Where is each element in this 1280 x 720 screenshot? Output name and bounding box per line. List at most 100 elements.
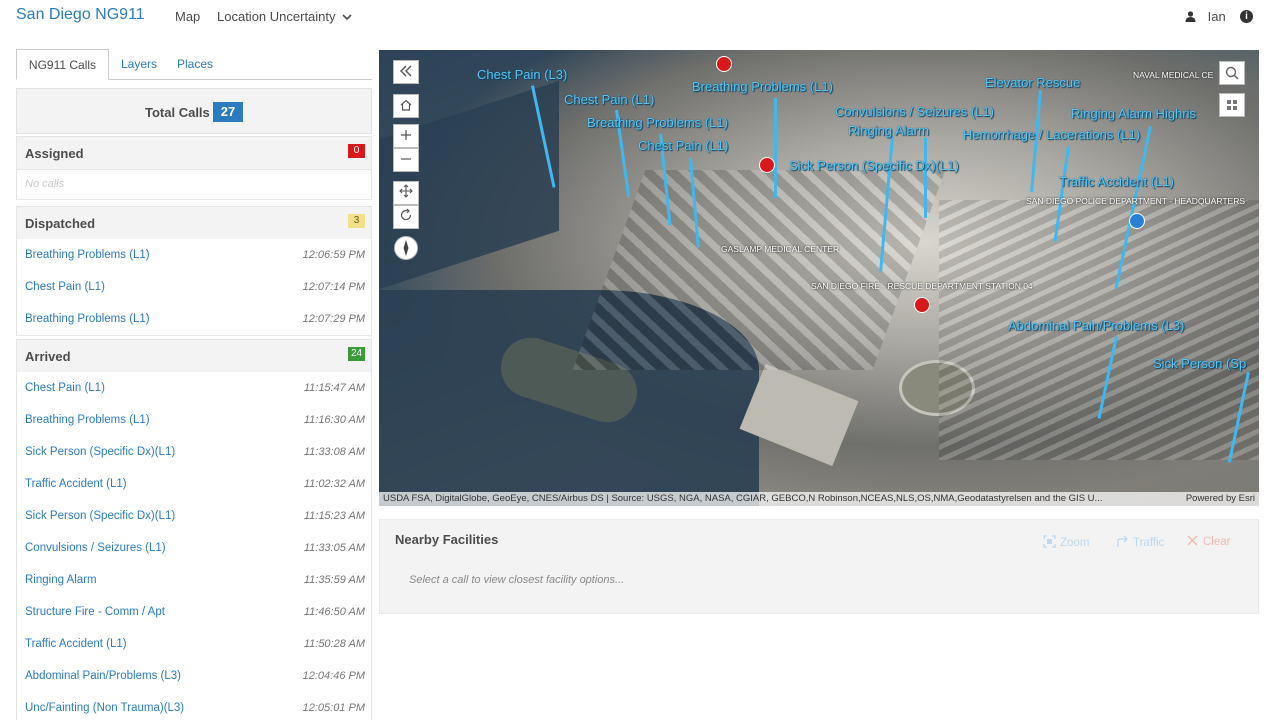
call-time: 12:05:01 PM bbox=[302, 702, 365, 714]
location-uncertainty-dropdown[interactable]: Location Uncertainty bbox=[217, 9, 352, 24]
dispatched-count-badge: 3 bbox=[348, 214, 365, 228]
collapse-panel-button[interactable] bbox=[393, 60, 419, 84]
zoom-extent-icon bbox=[1043, 535, 1056, 548]
user-icon bbox=[1185, 11, 1196, 22]
call-time: 11:15:47 AM bbox=[303, 382, 365, 394]
traffic-button[interactable]: Traffic bbox=[1116, 535, 1164, 549]
place-label: SAN DIEGO POLICE DEPARTMENT - HEADQUARTE… bbox=[1026, 196, 1245, 206]
left-tabs: NG911 Calls Layers Places bbox=[16, 49, 372, 80]
user-name: Ian bbox=[1207, 9, 1226, 24]
calls-panel: Total Calls 27 Assigned 0 No calls Dispa… bbox=[16, 88, 372, 720]
grid-icon bbox=[1227, 100, 1237, 110]
incident-pin[interactable] bbox=[759, 157, 775, 173]
app-title: San Diego NG911 bbox=[16, 6, 145, 23]
map-call-label[interactable]: Chest Pain (L1) bbox=[564, 92, 654, 107]
call-row[interactable]: Structure Fire - Comm / Apt 11:46:50 AM bbox=[16, 596, 372, 629]
call-name: Sick Person (Specific Dx)(L1) bbox=[25, 446, 176, 458]
section-assigned-header[interactable]: Assigned 0 bbox=[16, 136, 372, 170]
compass-icon bbox=[403, 240, 409, 256]
call-time: 12:04:46 PM bbox=[302, 670, 365, 682]
map-call-label[interactable]: Ringing Alarm Highris bbox=[1071, 106, 1196, 121]
call-row[interactable]: Unc/Fainting (Non Trauma)(L3) 12:05:01 P… bbox=[16, 692, 372, 720]
place-label: NAVAL MEDICAL CE bbox=[1133, 70, 1214, 80]
tab-layers[interactable]: Layers bbox=[110, 49, 168, 79]
call-time: 11:46:50 AM bbox=[303, 606, 365, 618]
incident-pin[interactable] bbox=[716, 56, 732, 72]
minus-icon bbox=[401, 158, 411, 160]
map-view[interactable]: Chest Pain (L3) Breathing Problems (L1) … bbox=[379, 50, 1259, 506]
section-arrived-header[interactable]: Arrived 24 bbox=[16, 339, 372, 373]
tab-places[interactable]: Places bbox=[168, 49, 222, 79]
call-row[interactable]: Ringing Alarm 11:35:59 AM bbox=[16, 564, 372, 597]
call-row[interactable]: Chest Pain (L1) 12:07:14 PM bbox=[16, 271, 372, 304]
call-name: Sick Person (Specific Dx)(L1) bbox=[25, 510, 176, 522]
call-row[interactable]: Traffic Accident (L1) 11:50:28 AM bbox=[16, 628, 372, 661]
call-row[interactable]: Abdominal Pain/Problems (L3) 12:04:46 PM bbox=[16, 660, 372, 693]
map-call-label[interactable]: Elevator Rescue bbox=[985, 75, 1080, 90]
call-name: Traffic Accident (L1) bbox=[25, 478, 127, 490]
call-row[interactable]: Breathing Problems (L1) 12:07:29 PM bbox=[16, 303, 372, 336]
call-row[interactable]: Sick Person (Specific Dx)(L1) 11:15:23 A… bbox=[16, 500, 372, 533]
double-chevron-left-icon bbox=[400, 65, 412, 77]
map-call-label[interactable]: Sick Person (Sp bbox=[1153, 356, 1246, 371]
arrow-turn-icon bbox=[1117, 535, 1128, 547]
nearby-facilities-panel: Nearby Facilities Zoom Traffic Clear Sel… bbox=[379, 519, 1259, 614]
downtown-blocks bbox=[572, 170, 946, 370]
call-row[interactable]: Convulsions / Seizures (L1) 11:33:05 AM bbox=[16, 532, 372, 565]
unit-pin[interactable] bbox=[1129, 213, 1145, 229]
pan-mode-button[interactable] bbox=[393, 181, 419, 205]
zoom-button[interactable]: Zoom bbox=[1043, 535, 1089, 549]
arrived-count-badge: 24 bbox=[348, 347, 365, 361]
call-name: Breathing Problems (L1) bbox=[25, 249, 150, 261]
map-call-label[interactable]: Chest Pain (L1) bbox=[638, 138, 728, 153]
call-name: Structure Fire - Comm / Apt bbox=[25, 606, 165, 618]
info-icon[interactable]: i bbox=[1240, 10, 1253, 23]
search-icon bbox=[1225, 66, 1239, 80]
call-row[interactable]: Traffic Accident (L1) 11:02:32 AM bbox=[16, 468, 372, 501]
attribution-text: USDA FSA, DigitalGlobe, GeoEye, CNES/Air… bbox=[383, 493, 1103, 504]
clear-button[interactable]: Clear bbox=[1187, 535, 1230, 548]
place-label: GASLAMP MEDICAL CENTER bbox=[721, 244, 840, 254]
incident-pin[interactable] bbox=[914, 297, 930, 313]
map-call-label[interactable]: Ringing Alarm bbox=[848, 123, 929, 138]
rotate-icon bbox=[400, 208, 412, 221]
map-call-label[interactable]: Hemorrhage / Lacerations (L1) bbox=[963, 127, 1140, 142]
call-name: Breathing Problems (L1) bbox=[25, 313, 150, 325]
map-call-label[interactable]: Breathing Problems (L1) bbox=[692, 79, 833, 94]
user-menu[interactable]: Ian bbox=[1185, 9, 1226, 24]
callout-line bbox=[924, 138, 927, 218]
assigned-empty-text: No calls bbox=[25, 178, 65, 190]
home-button[interactable] bbox=[393, 94, 419, 118]
call-row[interactable]: Breathing Problems (L1) 11:16:30 AM bbox=[16, 404, 372, 437]
clear-label: Clear bbox=[1203, 536, 1231, 548]
powered-by-text[interactable]: Powered by Esri bbox=[1186, 493, 1255, 504]
map-call-label[interactable]: Abdominal Pain/Problems (L3) bbox=[1008, 318, 1184, 333]
call-time: 11:33:05 AM bbox=[303, 542, 365, 554]
zoom-in-button[interactable] bbox=[393, 124, 419, 148]
call-name: Ringing Alarm bbox=[25, 574, 97, 586]
call-name: Chest Pain (L1) bbox=[25, 281, 105, 293]
rotate-mode-button[interactable] bbox=[393, 205, 419, 229]
call-row[interactable]: Chest Pain (L1) 11:15:47 AM bbox=[16, 372, 372, 405]
call-row[interactable]: Sick Person (Specific Dx)(L1) 11:33:08 A… bbox=[16, 436, 372, 469]
call-time: 11:35:59 AM bbox=[303, 574, 365, 586]
section-assigned-label: Assigned bbox=[25, 146, 84, 161]
compass-button[interactable] bbox=[394, 236, 418, 260]
map-search-button[interactable] bbox=[1219, 61, 1245, 85]
zoom-out-button[interactable] bbox=[393, 148, 419, 172]
total-calls-count: 27 bbox=[213, 102, 243, 122]
map-call-label[interactable]: Traffic Accident (L1) bbox=[1059, 174, 1174, 189]
tab-ng911-calls[interactable]: NG911 Calls bbox=[16, 49, 109, 80]
call-name: Chest Pain (L1) bbox=[25, 382, 105, 394]
map-call-label[interactable]: Sick Person (Specific Dx)(L1) bbox=[789, 158, 959, 173]
zoom-label: Zoom bbox=[1060, 537, 1090, 549]
call-row[interactable]: Breathing Problems (L1) 12:06:59 PM bbox=[16, 239, 372, 272]
map-call-label[interactable]: Chest Pain (L3) bbox=[477, 67, 567, 82]
section-dispatched-label: Dispatched bbox=[25, 216, 96, 231]
map-attribution: USDA FSA, DigitalGlobe, GeoEye, CNES/Air… bbox=[379, 492, 1259, 506]
map-call-label[interactable]: Convulsions / Seizures (L1) bbox=[835, 104, 994, 119]
nav-map[interactable]: Map bbox=[175, 9, 200, 24]
basemap-gallery-button[interactable] bbox=[1219, 93, 1245, 117]
section-dispatched-header[interactable]: Dispatched 3 bbox=[16, 206, 372, 240]
map-call-label[interactable]: Breathing Problems (L1) bbox=[587, 115, 728, 130]
